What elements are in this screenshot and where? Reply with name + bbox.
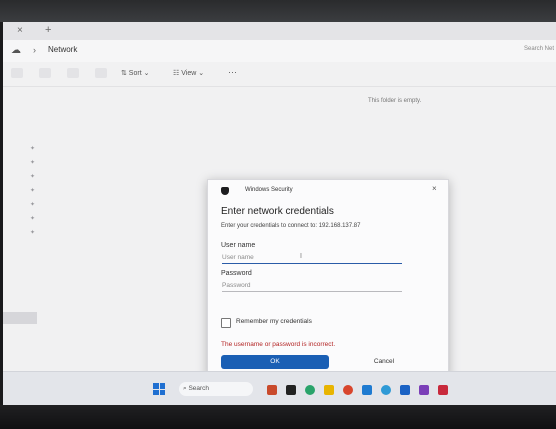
pin-icon: ✦	[30, 230, 36, 236]
ok-button[interactable]: OK	[221, 355, 329, 369]
pin-icon: ✦	[30, 202, 36, 208]
breadcrumb[interactable]: Network	[48, 45, 77, 54]
credentials-dialog: Windows Security × Enter network credent…	[207, 179, 449, 378]
connect-prompt: Enter your credentials to connect to: 19…	[221, 223, 361, 229]
sidebar-item-network[interactable]	[3, 312, 37, 324]
taskbar-search-label: Search	[188, 385, 210, 392]
pin-icon: ✦	[30, 216, 36, 222]
pin-icon: ✦	[30, 160, 36, 166]
password-field[interactable]: Password	[222, 280, 402, 292]
cut-icon[interactable]	[39, 68, 51, 78]
remember-checkbox[interactable]	[221, 318, 231, 328]
screen: × + ☁ › Network Search Net ⇅ Sort ⌄ ☷ Vi…	[3, 22, 556, 405]
monitor-bezel-top	[0, 0, 556, 22]
cloud-app-icon[interactable]	[267, 385, 277, 395]
task-view-icon[interactable]	[286, 385, 296, 395]
taskbar-search[interactable]: ⌕ Search	[179, 382, 253, 396]
chrome-icon[interactable]	[343, 385, 353, 395]
mail-icon[interactable]	[400, 385, 410, 395]
file-explorer-icon[interactable]	[324, 385, 334, 395]
pin-icon: ✦	[30, 188, 36, 194]
shield-icon	[221, 187, 229, 195]
text-cursor-icon: I	[300, 253, 302, 260]
taskbar: ⌕ Search	[3, 371, 556, 405]
network-icon: ☁	[11, 45, 21, 56]
pin-icon: ✦	[30, 174, 36, 180]
password-label: Password	[221, 270, 252, 277]
tab-strip: × +	[3, 22, 556, 40]
sort-button[interactable]: ⇅ Sort ⌄	[121, 69, 149, 77]
new-icon[interactable]	[11, 68, 23, 78]
windows-start-icon[interactable]	[153, 383, 165, 395]
remember-label[interactable]: Remember my credentials	[236, 318, 312, 325]
more-options-button[interactable]: ···	[228, 67, 237, 77]
cancel-button[interactable]: Cancel	[334, 355, 434, 369]
copy-icon[interactable]	[67, 68, 79, 78]
pin-icon: ✦	[30, 146, 36, 152]
vscode-icon[interactable]	[362, 385, 372, 395]
search-input[interactable]: Search Net	[524, 46, 554, 52]
tab-close-button[interactable]: ×	[17, 25, 23, 36]
empty-folder-message: This folder is empty.	[368, 98, 422, 104]
chrome-icon[interactable]	[381, 385, 391, 395]
username-placeholder: User name	[222, 254, 254, 261]
username-label: User name	[221, 242, 256, 249]
visual-studio-icon[interactable]	[419, 385, 429, 395]
error-message: The username or password is incorrect.	[221, 341, 336, 348]
dialog-title: Windows Security	[245, 187, 293, 193]
password-placeholder: Password	[222, 282, 251, 289]
edge-icon[interactable]	[305, 385, 315, 395]
chevron-right-icon: ›	[33, 45, 36, 55]
command-bar: ⇅ Sort ⌄ ☷ View ⌄ ···	[3, 62, 556, 87]
delete-icon[interactable]	[95, 68, 107, 78]
monitor-bezel-bottom	[0, 405, 556, 429]
new-tab-button[interactable]: +	[45, 24, 51, 36]
username-field[interactable]: User name I	[222, 252, 402, 264]
address-bar: ☁ › Network Search Net	[3, 40, 556, 62]
view-button[interactable]: ☷ View ⌄	[173, 69, 204, 77]
store-icon[interactable]	[438, 385, 448, 395]
dialog-heading: Enter network credentials	[221, 206, 334, 217]
close-icon[interactable]: ×	[432, 184, 437, 193]
